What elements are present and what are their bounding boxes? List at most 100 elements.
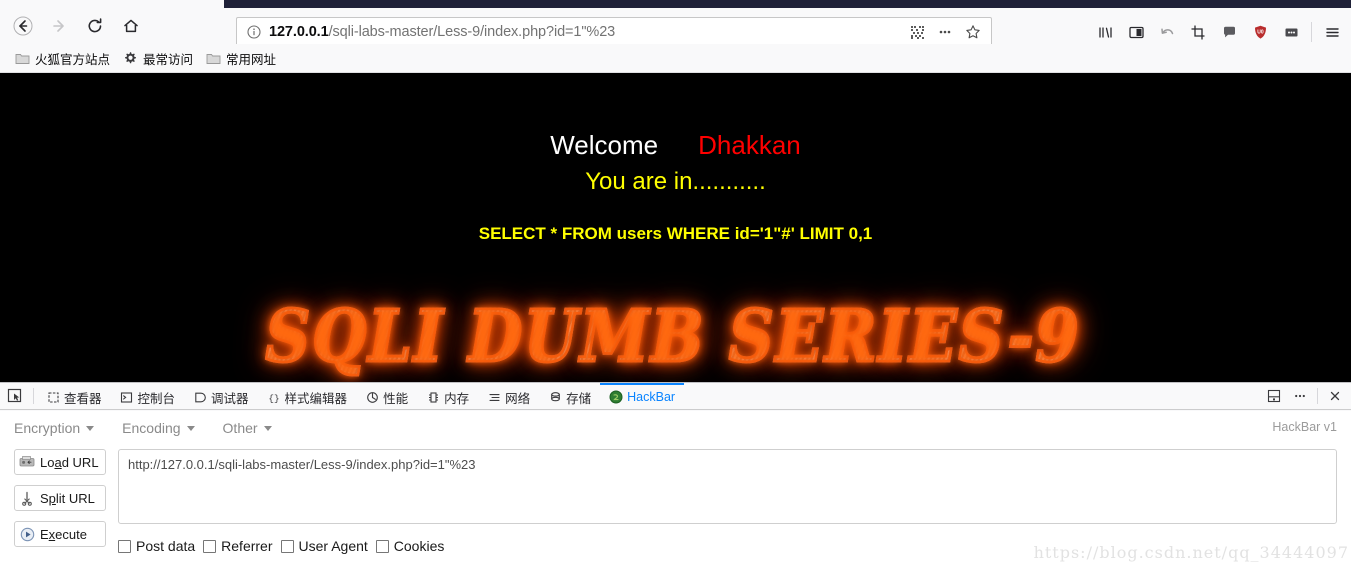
address-bar-container[interactable]: 127.0.0.1/sqli-labs-master/Less-9/index.… xyxy=(236,17,992,47)
encoding-menu[interactable]: Encoding xyxy=(122,420,195,436)
svg-text:U0: U0 xyxy=(1257,29,1264,35)
chat-bubble-icon[interactable] xyxy=(1214,17,1244,47)
undo-arrow-icon[interactable] xyxy=(1152,17,1182,47)
tab-inspector[interactable]: 查看器 xyxy=(37,383,111,409)
hackbar-button-group: Load URL Split URL Execute xyxy=(14,445,106,547)
user-name: Dhakkan xyxy=(698,130,801,160)
chevron-down-icon xyxy=(86,425,95,431)
sidebar-icon[interactable] xyxy=(1121,17,1151,47)
qrcode-icon[interactable] xyxy=(905,20,929,44)
close-icon[interactable] xyxy=(1323,384,1347,408)
hamburger-menu-icon[interactable] xyxy=(1317,17,1347,47)
execute-label: Execute xyxy=(40,526,87,542)
memory-icon xyxy=(426,390,440,404)
bookmarks-bar: 火狐官方站点 最常访问 常用网址 xyxy=(0,44,1351,73)
sql-query-text: SELECT * FROM users WHERE id='1"#' LIMIT… xyxy=(478,223,873,243)
dock-position-icon[interactable] xyxy=(1262,384,1286,408)
tab-label: 调试器 xyxy=(211,391,249,406)
sqli-dumb-series-banner: SQLI DUMB SERIES-9 xyxy=(168,293,1178,380)
you-are-in-text: You are in........... xyxy=(585,167,766,195)
url-input[interactable] xyxy=(118,449,1337,524)
back-button[interactable] xyxy=(6,9,40,43)
hackbar-icon xyxy=(609,390,623,404)
scissors-icon xyxy=(19,490,35,506)
browser-toolbar-icons: U0 xyxy=(1090,17,1351,47)
encryption-menu[interactable]: Encryption xyxy=(14,420,95,436)
forward-button[interactable] xyxy=(42,9,76,43)
bookmark-item-firefox-official[interactable]: 火狐官方站点 xyxy=(8,47,116,70)
post-data-checkbox[interactable]: Post data xyxy=(118,538,195,554)
address-bar[interactable]: 127.0.0.1/sqli-labs-master/Less-9/index.… xyxy=(236,17,992,47)
network-icon xyxy=(487,390,501,404)
star-icon[interactable] xyxy=(961,20,985,44)
url-text[interactable]: 127.0.0.1/sqli-labs-master/Less-9/index.… xyxy=(263,24,905,40)
hackbar-panel: Encryption Encoding Other HackBar v1 Loa… xyxy=(0,411,1351,564)
library-icon[interactable] xyxy=(1090,17,1120,47)
devtools-tabbar: 查看器 控制台 调试器 {} 样式编辑器 性能 内存 网络 存储 HackBar xyxy=(0,383,1351,410)
tab-console[interactable]: 控制台 xyxy=(111,383,185,409)
tab-label: 样式编辑器 xyxy=(284,391,348,406)
execute-button[interactable]: Execute xyxy=(14,521,106,547)
bookmark-item-most-visited[interactable]: 最常访问 xyxy=(116,47,199,70)
tab-network[interactable]: 网络 xyxy=(478,383,539,409)
checkbox-box[interactable] xyxy=(375,539,389,553)
address-bar-icons xyxy=(905,20,985,44)
ellipsis-icon[interactable] xyxy=(933,20,957,44)
tabstrip-left-gap xyxy=(0,0,224,8)
reload-button[interactable] xyxy=(78,9,112,43)
hackbar-body: Load URL Split URL Execute http://127.0.… xyxy=(0,445,1351,554)
hackbar-version-label: HackBar v1 xyxy=(1272,420,1337,434)
more-extensions-icon[interactable] xyxy=(1276,17,1306,47)
chevron-down-icon xyxy=(263,425,272,431)
info-circle-icon[interactable] xyxy=(245,25,263,39)
inspector-icon xyxy=(46,390,60,404)
browser-tab-strip[interactable] xyxy=(224,0,1351,8)
checkbox-label: User Agent xyxy=(298,538,368,554)
bookmark-item-common-sites[interactable]: 常用网址 xyxy=(199,47,282,70)
cookies-checkbox[interactable]: Cookies xyxy=(375,538,445,554)
element-picker-icon[interactable] xyxy=(0,383,30,409)
tab-performance[interactable]: 性能 xyxy=(356,383,417,409)
devtools-menu-icon[interactable] xyxy=(1288,384,1312,408)
tab-style-editor[interactable]: {} 样式编辑器 xyxy=(258,383,357,409)
storage-icon xyxy=(548,390,562,404)
checkbox-label: Referrer xyxy=(221,538,273,554)
encoding-menu-label: Encoding xyxy=(122,420,181,436)
screenshot-crop-icon[interactable] xyxy=(1183,17,1213,47)
folder-icon xyxy=(14,50,30,66)
tab-label: 网络 xyxy=(505,391,531,406)
ublock-shield-icon[interactable]: U0 xyxy=(1245,17,1275,47)
tab-hackbar[interactable]: HackBar xyxy=(600,383,685,409)
bookmark-label: 火狐官方站点 xyxy=(35,52,111,67)
other-menu-label: Other xyxy=(222,420,258,436)
console-icon xyxy=(120,390,134,404)
other-menu[interactable]: Other xyxy=(223,420,272,436)
home-button[interactable] xyxy=(114,9,148,43)
load-url-button[interactable]: Load URL xyxy=(14,449,106,475)
debugger-icon xyxy=(193,390,207,404)
url-host: 127.0.0.1 xyxy=(269,24,329,40)
page-content: Welcome Dhakkan You are in........... SEL… xyxy=(0,73,1351,382)
bookmark-label: 最常访问 xyxy=(143,52,194,67)
performance-icon xyxy=(365,390,379,404)
folder-icon xyxy=(205,50,221,66)
checkbox-box[interactable] xyxy=(203,539,217,553)
load-url-label: Load URL xyxy=(40,454,99,470)
split-url-label: Split URL xyxy=(40,490,95,506)
tab-label: 查看器 xyxy=(64,391,102,406)
checkbox-box[interactable] xyxy=(280,539,294,553)
referrer-checkbox[interactable]: Referrer xyxy=(203,538,273,554)
tab-memory[interactable]: 内存 xyxy=(417,383,478,409)
checkbox-label: Cookies xyxy=(393,538,445,554)
user-agent-checkbox[interactable]: User Agent xyxy=(280,538,368,554)
tab-label: 内存 xyxy=(444,391,470,406)
devtools-divider xyxy=(33,388,34,404)
hackbar-toolbar: Encryption Encoding Other HackBar v1 xyxy=(0,411,1351,445)
load-url-icon xyxy=(19,454,35,470)
tab-debugger[interactable]: 调试器 xyxy=(184,383,258,409)
tab-label: 性能 xyxy=(383,391,409,406)
checkbox-box[interactable] xyxy=(118,539,131,553)
tab-storage[interactable]: 存储 xyxy=(539,383,600,409)
split-url-button[interactable]: Split URL xyxy=(14,485,106,511)
url-path: /sqli-labs-master/Less-9/index.php?id=1"… xyxy=(328,24,616,40)
